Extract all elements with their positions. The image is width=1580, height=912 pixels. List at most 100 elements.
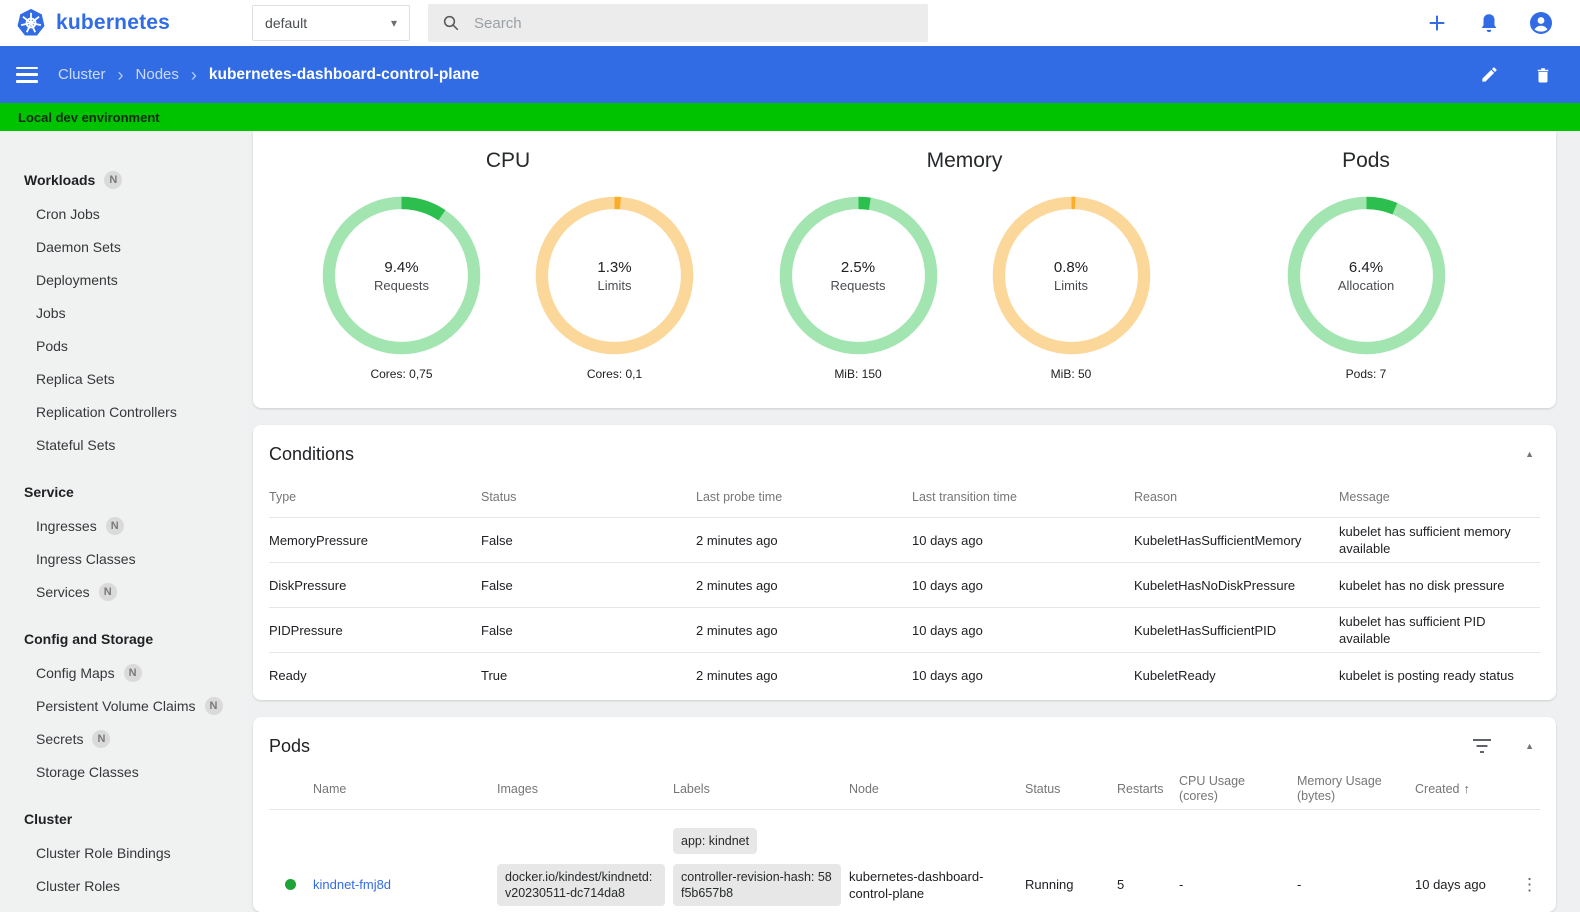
menu-icon[interactable] [16, 66, 38, 83]
collapse-conditions-button[interactable]: ▲ [1525, 449, 1534, 459]
namespace-selector[interactable]: default ▾ [252, 5, 411, 41]
column-header-restarts[interactable]: Restarts [1117, 782, 1179, 797]
namespace-value: default [265, 15, 308, 31]
column-header-label: Labels [673, 781, 710, 796]
pods-card-header: Pods ▲ [253, 717, 1556, 769]
pod-status-ok-icon [285, 879, 296, 890]
breadcrumb-cluster[interactable]: Cluster [58, 66, 106, 83]
column-header-cpu-usage-cores[interactable]: CPU Usage (cores) [1179, 774, 1297, 804]
sidebar-item-pods[interactable]: Pods [0, 329, 248, 362]
condition-type: PIDPressure [269, 622, 343, 638]
gauge-percent: 9.4% [384, 258, 419, 276]
condition-message: kubelet has sufficient memory available [1339, 524, 1511, 556]
sidebar-item-label: Jobs [36, 304, 66, 321]
sidebar-section-workloads[interactable]: Workloads N [0, 163, 248, 197]
pod-name-link[interactable]: kindnet-fmj8d [313, 877, 391, 892]
sidebar-section-config-and-storage[interactable]: Config and Storage [0, 622, 248, 656]
sidebar-item-ingresses[interactable]: Ingresses N [0, 509, 248, 542]
condition-probe: 2 minutes ago [696, 622, 778, 638]
pod-status-cell [269, 879, 313, 890]
sidebar-item-services[interactable]: Services N [0, 575, 248, 608]
column-header-name[interactable]: Name [313, 782, 497, 797]
gauge-percent: 0.8% [1053, 258, 1089, 276]
filter-list-icon [1473, 739, 1492, 753]
gauge-row: 9.4% Requests Cores: 0,75 1.3% Limits Cores: … [319, 193, 697, 381]
sidebar-item-ingress-classes[interactable]: Ingress Classes [0, 542, 248, 575]
filter-button[interactable] [1473, 739, 1492, 753]
column-header-label: Status [1025, 781, 1061, 796]
column-header-memory-usage-bytes[interactable]: Memory Usage (bytes) [1297, 774, 1415, 804]
condition-reason: KubeletHasSufficientMemory [1134, 532, 1302, 548]
gauge-label: Allocation [1337, 277, 1395, 293]
pod-restarts: 5 [1117, 877, 1125, 892]
add-resource-button[interactable] [1424, 10, 1450, 36]
column-header-label: Name [313, 781, 347, 796]
condition-transition: 10 days ago [912, 667, 983, 683]
sidebar-item-cluster-role-bindings[interactable]: Cluster Role Bindings [0, 836, 248, 869]
sidebar-section-cluster[interactable]: Cluster [0, 802, 248, 836]
new-badge: N [104, 171, 123, 189]
sidebar-section-service[interactable]: Service [0, 475, 248, 509]
new-badge: N [98, 582, 117, 601]
conditions-table-header: Type Status Last probe time Last transition… [269, 477, 1540, 517]
gauge-percent: 1.3% [597, 258, 632, 276]
sidebar-item-daemon-sets[interactable]: Daemon Sets [0, 230, 248, 263]
pod-status: Running [1025, 877, 1074, 892]
edit-button[interactable] [1476, 62, 1502, 88]
sidebar-item-replica-sets[interactable]: Replica Sets [0, 362, 248, 395]
column-header-status[interactable]: Status [1025, 782, 1117, 797]
sidebar-item-persistent-volume-claims[interactable]: Persistent Volume Claims N [0, 689, 248, 722]
collapse-pods-button[interactable]: ▲ [1525, 741, 1534, 751]
column-header-images[interactable]: Images [497, 782, 673, 797]
pod-cpu-usage: - [1179, 877, 1184, 892]
topbar-actions [1424, 10, 1554, 36]
gauge-percent: 6.4% [1348, 258, 1384, 276]
gauge-footer: MiB: 50 [1050, 367, 1092, 381]
sidebar-item-replication-controllers[interactable]: Replication Controllers [0, 395, 248, 428]
page-title: kubernetes-dashboard-control-plane [208, 65, 480, 83]
sidebar-item-config-maps[interactable]: Config Maps N [0, 656, 248, 689]
column-header-node[interactable]: Node [849, 782, 1025, 797]
sidebar-item-cron-jobs[interactable]: Cron Jobs [0, 197, 248, 230]
sidebar-item-jobs[interactable]: Jobs [0, 296, 248, 329]
breadcrumb-nodes[interactable]: Nodes [136, 66, 179, 83]
search-input[interactable] [474, 14, 915, 32]
sidebar-item-label: Persistent Volume Claims [36, 697, 196, 714]
sidebar-item-label: Replication Controllers [36, 403, 177, 420]
account-circle-icon [1530, 12, 1552, 34]
sidebar-item-stateful-sets[interactable]: Stateful Sets [0, 428, 248, 461]
pod-actions-cell: ⋮ [1521, 875, 1540, 895]
sidebar-item-secrets[interactable]: Secrets N [0, 722, 248, 755]
pods-title: Pods [269, 735, 311, 756]
more-options-icon[interactable]: ⋮ [1521, 875, 1538, 895]
sidebar-section-label: Service [24, 484, 74, 500]
notifications-button[interactable] [1476, 10, 1502, 36]
column-header-last-transition-time: Last transition time [912, 490, 1017, 504]
condition-probe: 2 minutes ago [696, 532, 778, 548]
sidebar-item-storage-classes[interactable]: Storage Classes [0, 755, 248, 788]
delete-button[interactable] [1530, 62, 1556, 88]
environment-banner-text: Local dev environment [18, 109, 160, 125]
pod-created: 10 days ago [1415, 877, 1486, 892]
sidebar-item-label: Cron Jobs [36, 205, 100, 222]
breadcrumb-bar: Cluster › Nodes › kubernetes-dashboard-c… [0, 46, 1580, 103]
sidebar-item-cluster-roles[interactable]: Cluster Roles [0, 869, 248, 902]
search-bar[interactable] [428, 4, 929, 42]
column-header-labels[interactable]: Labels [673, 782, 849, 797]
account-button[interactable] [1528, 10, 1554, 36]
column-header-created[interactable]: Created ↑ [1415, 782, 1521, 797]
new-badge: N [105, 516, 124, 535]
sidebar-item-label: Services [36, 583, 90, 600]
sidebar-item-label: Stateful Sets [36, 436, 116, 453]
condition-row-pidpressure: PIDPressure False 2 minutes ago 10 days ago… [269, 607, 1540, 652]
column-header-message: Message [1339, 490, 1390, 504]
plus-icon [1429, 15, 1445, 31]
sidebar-item-deployments[interactable]: Deployments [0, 263, 248, 296]
gauge-center: 6.4% Allocation [1284, 193, 1449, 358]
chart-title: Pods [1342, 149, 1390, 172]
column-header-status: Status [481, 490, 517, 504]
gauge-footer: Cores: 0,75 [370, 367, 433, 381]
label-chip: controller-revision-hash: 58f5b657b8 [673, 863, 841, 906]
gauge-footer: Pods: 7 [1345, 367, 1387, 381]
pod-memory-usage: - [1297, 877, 1302, 892]
